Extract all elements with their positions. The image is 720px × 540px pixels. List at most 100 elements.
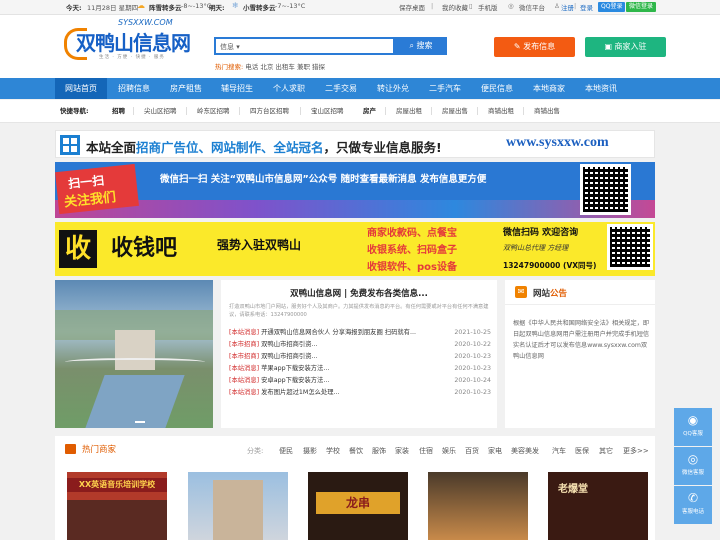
divider — [239, 107, 240, 115]
category-more-link[interactable]: 更多>> — [623, 446, 649, 456]
bridge-graphic — [65, 358, 205, 366]
ad-banner-shouqianba[interactable]: 收 收钱吧 强势入驻双鸭山 商家收款码、点餐宝 收银系统、扫码盒子 收银软件、p… — [55, 222, 655, 276]
category-item[interactable]: 家装 — [395, 446, 409, 456]
quick-house-item[interactable]: 房屋出租 — [396, 100, 422, 122]
notice-body: 根据《中华人民共和国网络安全法》相关规定，即日起双鸭山信息网用户需注册用户并完成… — [513, 320, 650, 360]
login-link[interactable]: 登录 — [580, 2, 593, 12]
divider — [523, 107, 524, 115]
quick-nav: 快捷导航: 招聘 尖山区招聘 岭东区招聘 四方台区招聘 宝山区招聘 房产 房屋出… — [0, 100, 720, 123]
nav-home[interactable]: 网站首页 — [55, 78, 107, 99]
quick-house-item[interactable]: 商铺出租 — [488, 100, 514, 122]
search-category-select[interactable]: 信息 ▾ — [220, 42, 240, 52]
quick-job-item[interactable]: 四方台区招聘 — [250, 100, 289, 122]
banner2-text: 微信扫一扫 关注“双鸭山市信息网”公众号 随时查看最新消息 发布信息更方便 — [160, 174, 487, 185]
logo-slogan: 生活 · 方便 · 快捷 · 服务 — [99, 55, 165, 60]
category-item[interactable]: 便民 — [279, 446, 293, 456]
windows-logo-icon — [60, 135, 80, 155]
logo-name: 双鸭山信息网 — [76, 31, 191, 55]
divider — [477, 107, 478, 115]
today-label: 今天: — [66, 4, 82, 12]
qq-icon: ◉ — [687, 413, 699, 427]
quick-job-item[interactable]: 宝山区招聘 — [311, 100, 344, 122]
news-slider-image[interactable] — [55, 280, 213, 428]
quick-house-item[interactable]: 商铺出售 — [534, 100, 560, 122]
hot-merchants: 热门商家 分类: 便民 摄影 学校 餐饮 服饰 家装 住宿 娱乐 百货 家电 美… — [55, 436, 655, 540]
register-link[interactable]: 注册 — [561, 2, 574, 12]
news-panel: 双鸭山信息网 | 免费发布各类信息... 打造双鸭山市地门户网站，服务好个人及其… — [221, 280, 497, 428]
news-item[interactable]: [本站消息] 苹果app下载安装方法... 2020-10-23 — [229, 363, 491, 374]
nav-jobs[interactable]: 招聘信息 — [108, 78, 160, 99]
category-label: 分类: — [247, 447, 264, 455]
news-item[interactable]: [本站消息] 开通双鸭山信息网合伙人 分享海报到朋友圈 扫码就有... 2021-… — [229, 327, 491, 338]
search-input[interactable]: 信息 ▾ — [214, 37, 395, 55]
category-item[interactable]: 学校 — [326, 446, 340, 456]
quick-jobs-label[interactable]: 招聘 — [112, 100, 125, 122]
wechat-login-button[interactable]: 微信登录 — [626, 2, 657, 12]
publish-button[interactable]: ✎ 发布信息 — [494, 37, 575, 57]
merchant-image[interactable]: 老爆堂 — [548, 472, 648, 540]
slider-dot[interactable] — [135, 421, 145, 423]
news-item[interactable]: [本市招商] 双鸭山市招商引资... 2020-10-23 — [229, 351, 491, 362]
ad-banner-service[interactable]: 本站全面招商广告位、网站制作、全站冠名，只做专业信息服务! www.sysxxw… — [55, 130, 655, 158]
news-item[interactable]: [本站消息] 发布图片超过1M怎么处理... 2020-10-23 — [229, 387, 491, 398]
scan-badge: 扫一扫 关注我们 — [55, 163, 139, 215]
merchant-image[interactable]: 龙串 — [308, 472, 408, 540]
category-item[interactable]: 餐饮 — [349, 446, 363, 456]
nav-tutoring[interactable]: 辅导招生 — [211, 78, 263, 99]
snow-icon: ❄ — [232, 1, 239, 10]
merchant-image[interactable] — [188, 472, 288, 540]
category-item[interactable]: 摄影 — [303, 446, 317, 456]
search-button[interactable]: ⌕ 搜索 — [395, 37, 447, 55]
wechat-platform-link[interactable]: 微信平台 — [519, 2, 545, 12]
qq-login-button[interactable]: QQ登录 — [598, 2, 626, 12]
category-item[interactable]: 服饰 — [372, 446, 386, 456]
qq-service-button[interactable]: ◉ QQ客服 — [674, 408, 712, 446]
top-bar: 今天: 11月28日 星期四 ☁ 阵雪转多云 -8~-13°C 明天: ❄ 小雪… — [0, 0, 720, 15]
merchant-join-button[interactable]: ▣ 商家入驻 — [585, 37, 666, 57]
quick-house-label[interactable]: 房产 — [363, 100, 376, 122]
qr-code-icon — [580, 164, 631, 215]
category-item[interactable]: 汽车 — [552, 446, 566, 456]
category-item[interactable]: 娱乐 — [442, 446, 456, 456]
merchants-title: 热门商家 — [82, 445, 117, 455]
banner1-url: www.sysxxw.com — [506, 135, 609, 150]
nav-local-business[interactable]: 本地商家 — [523, 78, 575, 99]
nav-housing[interactable]: 房产租售 — [160, 78, 212, 99]
hot-search-terms[interactable]: 电话 北京 出租车 兼职 猎探 — [245, 63, 325, 71]
nav-transfer[interactable]: 转让外兑 — [367, 78, 419, 99]
site-logo[interactable]: SYSXXW.COM 双鸭山信息网 生活 · 方便 · 快捷 · 服务 — [64, 18, 204, 64]
divider — [186, 107, 187, 115]
news-headline[interactable]: 双鸭山信息网 | 免费发布各类信息... — [221, 287, 497, 299]
mobile-version-link[interactable]: 手机版 — [478, 2, 498, 12]
merchant-image[interactable]: XX英语音乐培训学校 — [67, 472, 167, 540]
news-item[interactable]: [本市招商] 双鸭山市招商引资... 2020-10-22 — [229, 339, 491, 350]
quick-job-item[interactable]: 尖山区招聘 — [144, 100, 177, 122]
wechat-service-button[interactable]: ◎ 微信客服 — [674, 447, 712, 485]
news-item[interactable]: [本站消息] 安卓app下载安装方法... 2020-10-24 — [229, 375, 491, 386]
nav-local-news[interactable]: 本地资讯 — [575, 78, 627, 99]
user-icon: ♙ — [554, 2, 560, 10]
category-item[interactable]: 其它 — [599, 446, 613, 456]
category-item[interactable]: 百货 — [465, 446, 479, 456]
category-item[interactable]: 住宿 — [419, 446, 433, 456]
nav-convenience[interactable]: 便民信息 — [471, 78, 523, 99]
logo-domain: SYSXXW.COM — [118, 18, 173, 27]
category-item[interactable]: 美容美发 — [511, 446, 539, 456]
nav-job-seeking[interactable]: 个人求职 — [263, 78, 315, 99]
ad-banner-wechat[interactable]: 扫一扫 关注我们 微信扫一扫 关注“双鸭山市信息网”公众号 随时查看最新消息 发… — [55, 162, 655, 218]
tomorrow-weather: 小雪转多云 — [243, 4, 276, 12]
save-desktop-link[interactable]: 保存桌面 — [399, 2, 425, 12]
main-nav: 网站首页 招聘信息 房产租售 辅导招生 个人求职 二手交易 转让外兑 二手汽车 … — [0, 78, 720, 99]
today-temp: -8~-13°C — [181, 2, 212, 10]
phone-service-button[interactable]: ✆ 客服电话 — [674, 486, 712, 524]
quick-job-item[interactable]: 岭东区招聘 — [197, 100, 230, 122]
category-item[interactable]: 家电 — [488, 446, 502, 456]
nav-used-cars[interactable]: 二手汽车 — [419, 78, 471, 99]
nav-second-hand[interactable]: 二手交易 — [315, 78, 367, 99]
quick-house-item[interactable]: 房屋出售 — [442, 100, 468, 122]
qr-code-icon — [607, 224, 653, 270]
favorites-link[interactable]: 我的收藏 — [442, 2, 468, 12]
category-item[interactable]: 医保 — [575, 446, 589, 456]
tomorrow-label: 明天: — [209, 4, 225, 12]
merchant-image[interactable] — [428, 472, 528, 540]
